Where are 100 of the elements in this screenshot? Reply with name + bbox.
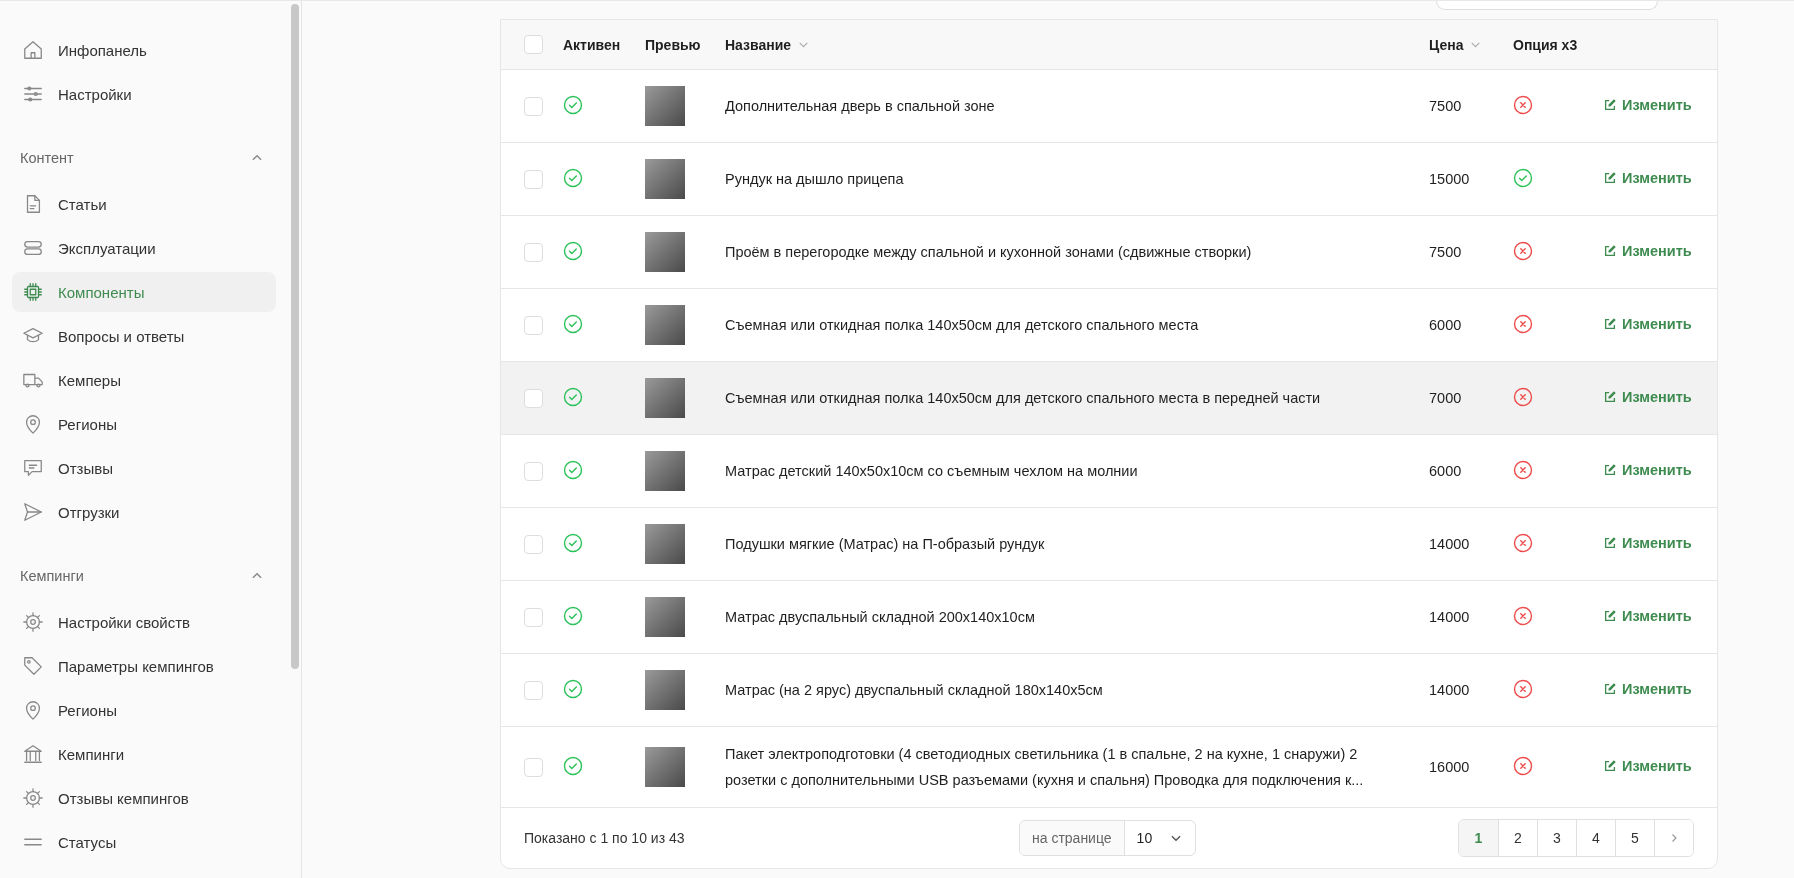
photo-placeholder (645, 747, 685, 787)
checkbox[interactable] (524, 388, 543, 408)
sidebar-item[interactable]: Кемпинги (12, 734, 276, 774)
chat-icon (22, 457, 44, 479)
checkbox[interactable] (524, 169, 543, 189)
edit-icon (1603, 463, 1617, 477)
sidebar-item[interactable]: Параметры кемпингов (12, 646, 276, 686)
table-row[interactable]: Съемная или откидная полка 140х50см для детского спального места в передней части 7000 Изменить (501, 362, 1717, 435)
sidebar-item[interactable]: Инфопанель (12, 30, 276, 70)
column-header[interactable]: Название (725, 36, 1429, 53)
checkbox[interactable] (524, 96, 543, 116)
photo-placeholder (645, 305, 685, 345)
price: 14000 (1429, 682, 1470, 698)
edit-icon (1603, 609, 1617, 623)
column-header[interactable]: Цена (1429, 36, 1513, 53)
table-row[interactable]: Пакет электроподготовки (4 светодиодных светильника (1 в спальне, 2 на кухне, 1 снаружи) 2 розетки с дополнительными USB разъемами (кухня и спальня) Проводка для подключения к... 16000 Изменить (501, 727, 1717, 808)
sidebar-item[interactable]: Отгрузки (12, 492, 276, 532)
gear-icon (22, 787, 44, 809)
photo-placeholder (645, 86, 685, 126)
sidebar-item[interactable]: Регионы (12, 690, 276, 730)
edit-link[interactable]: Изменить (1603, 462, 1692, 478)
page-button[interactable]: 1 (1459, 820, 1498, 856)
table-row[interactable]: Дополнительная дверь в спальной зоне 7500 Изменить (501, 70, 1717, 143)
x-circle-icon (1513, 532, 1533, 553)
house-icon (22, 39, 44, 61)
checkbox[interactable] (524, 680, 543, 700)
sidebar-item[interactable]: Вопросы и ответы (12, 316, 276, 356)
price: 16000 (1429, 759, 1470, 775)
sidebar-group-header[interactable]: Контент (12, 146, 276, 170)
sidebar-item[interactable]: Отзывы (12, 448, 276, 488)
scrollbar-thumb[interactable] (291, 4, 299, 669)
checkbox[interactable] (524, 607, 543, 627)
price: 7000 (1429, 390, 1462, 406)
table-row[interactable]: Проём в перегородке между спальной и кухонной зонами (сдвижные створки) 7500 Изменить (501, 216, 1717, 289)
table-row[interactable]: Рундук на дышло прицепа 15000 Изменить (501, 143, 1717, 216)
photo-placeholder (645, 670, 685, 710)
tag-icon (22, 655, 44, 677)
edit-link[interactable]: Изменить (1603, 608, 1692, 624)
edit-icon (1603, 98, 1617, 112)
edit-icon (1603, 390, 1617, 404)
table-row[interactable]: Матрас (на 2 ярус) двуспальный складной 180х140х5см 14000 Изменить (501, 654, 1717, 727)
sidebar-item[interactable]: Статусы (12, 822, 276, 862)
checkbox[interactable] (524, 35, 543, 54)
price: 6000 (1429, 463, 1462, 479)
sidebar-item[interactable]: Компоненты (12, 272, 276, 312)
photo-placeholder (645, 159, 685, 199)
sidebar-item[interactable]: Статьи (12, 184, 276, 224)
edit-link[interactable]: Изменить (1603, 389, 1692, 405)
x-circle-icon (1513, 94, 1533, 115)
price: 14000 (1429, 609, 1470, 625)
next-page-button[interactable] (1654, 820, 1693, 856)
component-name: Пакет электроподготовки (4 светодиодных светильника (1 в спальне, 2 на кухне, 1 снаружи) 2 розетки с дополнительными USB разъемами (кухня и спальня) Проводка для подключения к... (725, 745, 1365, 790)
sidebar-item[interactable]: Эксплуатации (12, 228, 276, 268)
checkbox[interactable] (524, 534, 543, 554)
checkbox[interactable] (524, 461, 543, 481)
x-circle-icon (1513, 755, 1533, 776)
search-field[interactable] (1436, 1, 1658, 10)
sidebar-item[interactable]: Настройки свойств (12, 602, 276, 642)
edit-icon (1603, 171, 1617, 185)
column-header: Опция x3 (1513, 36, 1579, 53)
check-circle-icon (563, 459, 583, 480)
edit-link[interactable]: Изменить (1603, 170, 1692, 186)
sidebar-item[interactable]: Кемперы (12, 360, 276, 400)
table-row[interactable]: Матрас двуспальный складной 200х140х10см 14000 Изменить (501, 581, 1717, 654)
photo-placeholder (645, 378, 685, 418)
photo-placeholder (645, 597, 685, 637)
edit-icon (1603, 317, 1617, 331)
price: 15000 (1429, 171, 1470, 187)
checkbox[interactable] (524, 757, 543, 777)
x-circle-icon (1513, 678, 1533, 699)
check-circle-icon (563, 755, 583, 776)
component-name: Подушки мягкие (Матрас) на П-образый рундук (725, 535, 1046, 554)
edit-link[interactable]: Изменить (1603, 316, 1692, 332)
price: 7500 (1429, 98, 1462, 114)
component-name: Съемная или откидная полка 140х50см для детского спального места в передней части (725, 389, 1322, 408)
column-header: Активен (563, 36, 622, 53)
edit-link[interactable]: Изменить (1603, 97, 1692, 113)
chip-icon (22, 281, 44, 303)
x-circle-icon (1513, 605, 1533, 626)
edit-icon (1603, 536, 1617, 550)
component-name: Дополнительная дверь в спальной зоне (725, 97, 996, 116)
price: 7500 (1429, 244, 1462, 260)
edit-link[interactable]: Изменить (1603, 535, 1692, 551)
sidebar-group-header[interactable]: Кемпинги (12, 564, 276, 588)
table-row[interactable]: Матрас детский 140х50х10см со съемным чехлом на молнии 6000 Изменить (501, 435, 1717, 508)
sidebar-item[interactable]: Отзывы кемпингов (12, 778, 276, 818)
component-name: Матрас детский 140х50х10см со съемным чехлом на молнии (725, 462, 1139, 481)
sidebar-item[interactable]: Регионы (12, 404, 276, 444)
table-row[interactable]: Подушки мягкие (Матрас) на П-образый рундук 14000 Изменить (501, 508, 1717, 581)
component-name: Матрас (на 2 ярус) двуспальный складной 180х140х5см (725, 681, 1104, 700)
edit-icon (1603, 682, 1617, 696)
edit-link[interactable]: Изменить (1603, 243, 1692, 259)
edit-link[interactable]: Изменить (1603, 758, 1692, 774)
edit-link[interactable]: Изменить (1603, 681, 1692, 697)
sidebar-item[interactable]: Настройки (12, 74, 276, 114)
per-page-select[interactable]: на странице 10 (1019, 820, 1196, 856)
checkbox[interactable] (524, 315, 543, 335)
component-name: Матрас двуспальный складной 200х140х10см (725, 608, 1036, 627)
x-circle-icon (1513, 459, 1533, 480)
checkbox[interactable] (524, 242, 543, 262)
